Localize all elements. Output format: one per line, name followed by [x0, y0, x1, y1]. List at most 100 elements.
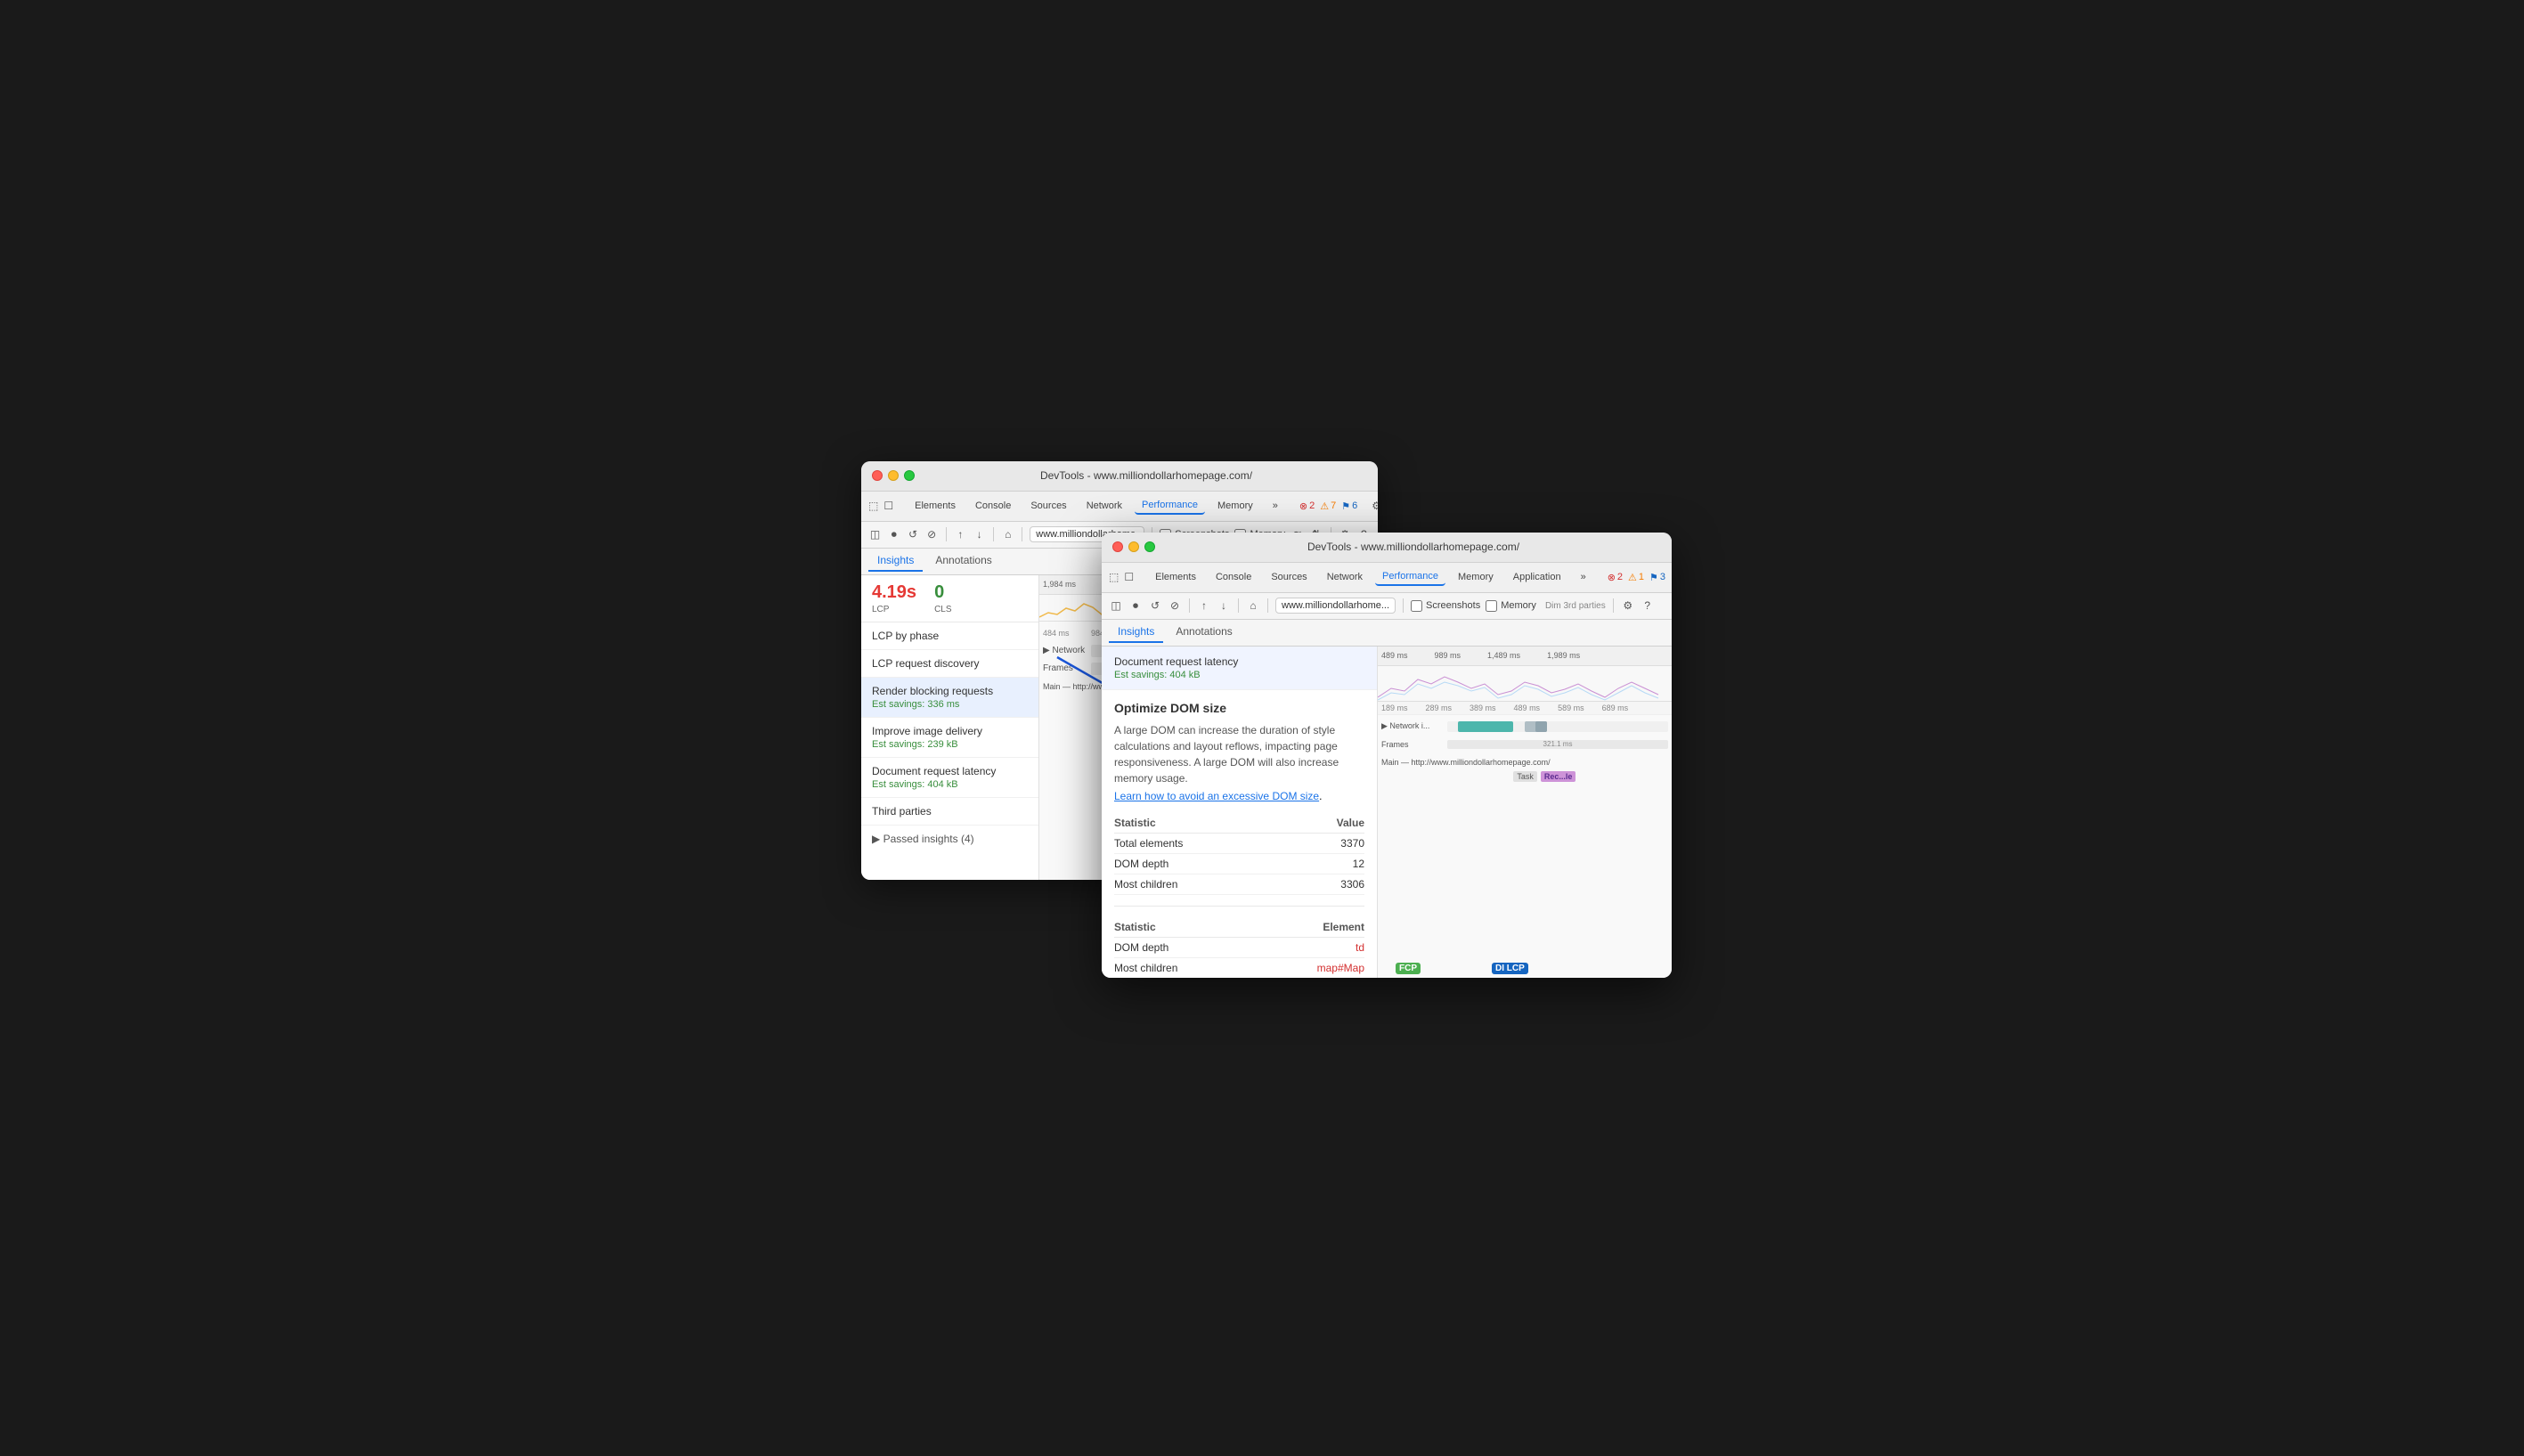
- front-perf-toolbar: ◫ ⏺ ↺ ⊘ ↑ ↓ ⌂ www.milliondollarhome... S…: [1102, 593, 1672, 620]
- sep4: [946, 527, 947, 541]
- stat-label-depth: DOM depth: [1114, 853, 1292, 874]
- sidebar-icon[interactable]: ◫: [868, 527, 882, 541]
- maximize-button-front[interactable]: [1144, 541, 1155, 552]
- stat2-elem-children: map#Map: [1258, 957, 1364, 978]
- upload-icon[interactable]: ↑: [954, 527, 967, 541]
- minimize-button-back[interactable]: [888, 470, 899, 481]
- insight-doc-latency-back[interactable]: Document request latency Est savings: 40…: [861, 758, 1038, 798]
- back-tab-annotations[interactable]: Annotations: [926, 550, 1000, 572]
- front-frames-row: Frames 321.1 ms: [1381, 736, 1668, 752]
- front-tab-insights[interactable]: Insights: [1109, 622, 1163, 643]
- back-tab-performance[interactable]: Performance: [1135, 497, 1205, 515]
- front-timeline: 489 ms 989 ms 1,489 ms 1,989 ms CPU NET: [1378, 647, 1672, 978]
- learn-link[interactable]: Learn how to avoid an excessive DOM size: [1114, 790, 1319, 802]
- front-tab-more[interactable]: »: [1574, 569, 1593, 585]
- front-insight-panel: Document request latency Est savings: 40…: [1102, 647, 1378, 978]
- insight-render-blocking[interactable]: Render blocking requests Est savings: 33…: [861, 678, 1038, 718]
- insight-lcp-phase[interactable]: LCP by phase: [861, 622, 1038, 650]
- stats-table-1: Statistic Value Total elements 3370 DOM …: [1114, 813, 1364, 895]
- insight-third-parties-back[interactable]: Third parties: [861, 798, 1038, 826]
- insight-image-delivery[interactable]: Improve image delivery Est savings: 239 …: [861, 718, 1038, 758]
- front-main-toolbar: ⬚ ☐ Elements Console Sources Network Per…: [1102, 563, 1672, 593]
- stat-label-children: Most children: [1114, 874, 1292, 894]
- minimize-button-front[interactable]: [1128, 541, 1139, 552]
- front-tab-console[interactable]: Console: [1209, 569, 1258, 585]
- front-window-title: DevTools - www.milliondollarhomepage.com…: [1166, 541, 1661, 553]
- back-tab-insights[interactable]: Insights: [868, 550, 923, 572]
- back-tab-network[interactable]: Network: [1079, 498, 1129, 514]
- front-url-bar[interactable]: www.milliondollarhome...: [1275, 598, 1396, 614]
- memory-check-front[interactable]: [1486, 600, 1497, 612]
- back-titlebar: DevTools - www.milliondollarhomepage.com…: [861, 461, 1378, 492]
- reload-icon[interactable]: ↺: [906, 527, 919, 541]
- clear-icon[interactable]: ⊘: [925, 527, 939, 541]
- stat-val-children: 3306: [1292, 874, 1364, 894]
- fhome-icon[interactable]: ⌂: [1246, 598, 1260, 613]
- settings-icon-back[interactable]: ⚙: [1372, 499, 1378, 513]
- lcp-badge-front: DI LCP: [1492, 963, 1528, 974]
- doc-latency-title: Document request latency: [1114, 655, 1364, 668]
- record-icon[interactable]: ⏺: [887, 527, 900, 541]
- optimize-dom-title: Optimize DOM size: [1114, 701, 1364, 715]
- stat-row-total-elements: Total elements 3370: [1114, 833, 1364, 853]
- insight-lcp-discovery[interactable]: LCP request discovery: [861, 650, 1038, 678]
- fcp-badge-front: FCP: [1396, 963, 1421, 974]
- frecord-icon[interactable]: ⏺: [1128, 598, 1143, 613]
- back-passed-insights[interactable]: ▶ Passed insights (4): [861, 826, 1038, 852]
- cls-value: 0: [934, 582, 951, 603]
- freload-icon[interactable]: ↺: [1148, 598, 1162, 613]
- inspect-icon[interactable]: ⬚: [868, 499, 878, 513]
- home-icon[interactable]: ⌂: [1001, 527, 1014, 541]
- stat2-label-children: Most children: [1114, 957, 1258, 978]
- fupload-icon[interactable]: ↑: [1197, 598, 1211, 613]
- optimize-dom-panel: Optimize DOM size A large DOM can increa…: [1102, 690, 1377, 978]
- memory-checkbox-front[interactable]: Memory: [1486, 600, 1536, 612]
- back-tab-sources[interactable]: Sources: [1023, 498, 1073, 514]
- stat2-elem-depth: td: [1258, 937, 1364, 957]
- screenshots-check-front[interactable]: [1411, 600, 1422, 612]
- front-error-yellow: ⚠ 1: [1628, 572, 1644, 583]
- front-sub-ruler: 189 ms 289 ms 389 ms 489 ms 589 ms 689 m…: [1378, 702, 1672, 715]
- screenshots-checkbox-front[interactable]: Screenshots: [1411, 600, 1480, 612]
- front-waveform-svg: [1378, 666, 1672, 702]
- fdownload-icon[interactable]: ↓: [1217, 598, 1231, 613]
- close-button-back[interactable]: [872, 470, 883, 481]
- stat2-col-header: Statistic: [1114, 917, 1258, 938]
- back-metrics: 4.19s LCP 0 CLS: [861, 575, 1038, 622]
- close-button-front[interactable]: [1112, 541, 1123, 552]
- back-tab-memory[interactable]: Memory: [1210, 498, 1260, 514]
- front-body: Document request latency Est savings: 40…: [1102, 647, 1672, 978]
- maximize-button-back[interactable]: [904, 470, 915, 481]
- back-tab-console[interactable]: Console: [968, 498, 1018, 514]
- device-icon[interactable]: ☐: [883, 499, 893, 513]
- front-tab-sources[interactable]: Sources: [1264, 569, 1314, 585]
- stat2-label-depth: DOM depth: [1114, 937, 1258, 957]
- front-tab-elements[interactable]: Elements: [1148, 569, 1203, 585]
- inspect-icon-front[interactable]: ⬚: [1109, 570, 1119, 584]
- stat-col-header: Statistic: [1114, 813, 1292, 834]
- download-icon[interactable]: ↓: [973, 527, 986, 541]
- help-icon-front[interactable]: ?: [1641, 598, 1655, 613]
- lcp-metric: 4.19s LCP: [872, 582, 916, 614]
- ruler-label-1: 1,984 ms: [1043, 580, 1076, 589]
- front-tab-annotations[interactable]: Annotations: [1167, 622, 1241, 643]
- scene: DevTools - www.milliondollarhomepage.com…: [861, 461, 1663, 996]
- back-tab-elements[interactable]: Elements: [908, 498, 963, 514]
- stat-row-most-children: Most children 3306: [1114, 874, 1364, 894]
- front-tab-network[interactable]: Network: [1320, 569, 1370, 585]
- front-tab-memory[interactable]: Memory: [1451, 569, 1501, 585]
- front-doc-latency-row[interactable]: Document request latency Est savings: 40…: [1102, 647, 1377, 690]
- back-tab-more[interactable]: »: [1266, 498, 1285, 514]
- fsep7: [1403, 598, 1404, 613]
- fsidebar-icon[interactable]: ◫: [1109, 598, 1123, 613]
- settings-icon-front2[interactable]: ⚙: [1621, 598, 1635, 613]
- sep5: [993, 527, 994, 541]
- cls-metric: 0 CLS: [934, 582, 951, 614]
- fclear-icon[interactable]: ⊘: [1168, 598, 1182, 613]
- front-tab-performance[interactable]: Performance: [1375, 568, 1445, 586]
- front-timeline-badges: FCP DI LCP: [1396, 963, 1528, 974]
- device-icon-front[interactable]: ☐: [1124, 570, 1134, 584]
- front-frames-content: 321.1 ms: [1447, 740, 1668, 749]
- front-tab-application[interactable]: Application: [1506, 569, 1568, 585]
- stat2-row-children: Most children map#Map: [1114, 957, 1364, 978]
